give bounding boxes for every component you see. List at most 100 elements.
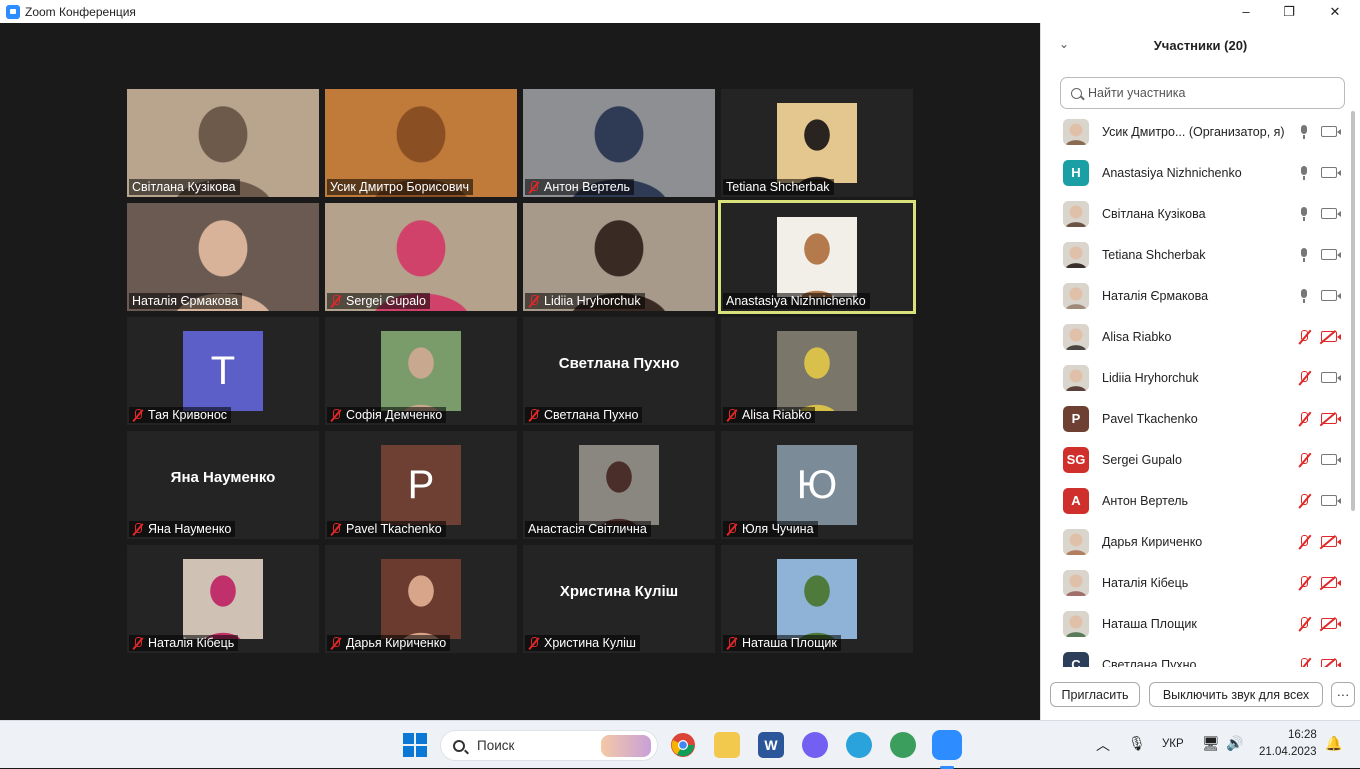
participant-row[interactable]: Наталія Єрмакова xyxy=(1041,275,1353,316)
video-tile[interactable]: Дарья Кириченко xyxy=(325,545,517,653)
participant-row[interactable]: Alisa Riabko xyxy=(1041,316,1353,357)
maximize-button[interactable]: ❐ xyxy=(1266,0,1312,23)
word-icon[interactable]: W xyxy=(758,732,784,758)
microphone-muted-icon[interactable] xyxy=(1299,575,1309,590)
tray-chevron-icon[interactable]: ︿ xyxy=(1096,735,1110,755)
camera-icon[interactable] xyxy=(1321,167,1341,178)
zoom-taskbar-icon[interactable] xyxy=(932,730,962,760)
microphone-icon[interactable]: 🎙 xyxy=(1128,735,1146,752)
participant-name: Lidiia Hryhorchuk xyxy=(544,294,641,308)
mic-muted-icon xyxy=(132,636,144,650)
participant-name: Яна Науменко xyxy=(148,522,232,536)
taskbar-search[interactable]: Поиск xyxy=(440,730,658,761)
participant-row[interactable]: A Антон Вертель xyxy=(1041,480,1353,521)
invite-button[interactable]: Пригласить xyxy=(1050,682,1140,707)
search-icon xyxy=(453,739,465,752)
video-tile[interactable]: Наталія Кібець xyxy=(127,545,319,653)
video-tile[interactable]: Христина Куліш Христина Куліш xyxy=(523,545,715,653)
notifications-icon[interactable]: 🔔 xyxy=(1325,735,1342,752)
microphone-muted-icon[interactable] xyxy=(1299,657,1309,667)
participant-row[interactable]: Дарья Кириченко xyxy=(1041,521,1353,562)
participant-row[interactable]: P Pavel Tkachenko xyxy=(1041,398,1353,439)
camera-off-icon[interactable] xyxy=(1321,331,1341,342)
camera-icon[interactable] xyxy=(1321,290,1341,301)
volume-icon[interactable]: 🔊 xyxy=(1226,735,1243,752)
microphone-icon[interactable] xyxy=(1299,288,1309,303)
minimize-button[interactable]: – xyxy=(1223,0,1269,23)
participant-search-input[interactable]: Найти участника xyxy=(1060,77,1345,109)
microphone-muted-icon[interactable] xyxy=(1299,452,1309,467)
participants-panel: ⌄ Участники (20) Найти участника Усик Дм… xyxy=(1040,23,1360,720)
participant-row[interactable]: Наталія Кібець xyxy=(1041,562,1353,603)
video-tile[interactable]: Anastasiya Nizhnichenko xyxy=(718,200,916,314)
video-tile[interactable]: Наталія Єрмакова xyxy=(127,203,319,311)
participant-row[interactable]: Наташа Площик xyxy=(1041,603,1353,644)
video-tile[interactable]: Alisa Riabko xyxy=(721,317,913,425)
video-tile[interactable]: Яна Науменко Яна Науменко xyxy=(127,431,319,539)
clock-time[interactable]: 16:28 xyxy=(1288,729,1317,741)
camera-icon[interactable] xyxy=(1321,126,1341,137)
video-tile[interactable]: Lidiia Hryhorchuk xyxy=(523,203,715,311)
video-tile[interactable]: Sergei Gupalo xyxy=(325,203,517,311)
participant-row[interactable]: C Светлана Пухно xyxy=(1041,644,1353,667)
network-icon[interactable]: 🖥 xyxy=(1202,735,1220,752)
microphone-icon[interactable] xyxy=(1299,165,1309,180)
windows-start-icon[interactable] xyxy=(402,732,428,758)
video-tile[interactable]: Усик Дмитро Борисович xyxy=(325,89,517,197)
video-tile[interactable]: Світлана Кузікова xyxy=(127,89,319,197)
search-icon xyxy=(1071,87,1082,99)
camera-icon[interactable] xyxy=(1321,208,1341,219)
more-options-button[interactable]: ··· xyxy=(1331,682,1355,707)
camera-off-icon[interactable] xyxy=(1321,536,1341,547)
video-tile[interactable]: Tetiana Shcherbak xyxy=(721,89,913,197)
scrollbar-thumb[interactable] xyxy=(1351,111,1355,511)
participant-name: Наталія Кібець xyxy=(148,636,235,650)
participant-row[interactable]: SG Sergei Gupalo xyxy=(1041,439,1353,480)
microphone-muted-icon[interactable] xyxy=(1299,493,1309,508)
participant-row[interactable]: Світлана Кузікова xyxy=(1041,193,1353,234)
camera-off-icon[interactable] xyxy=(1321,413,1341,424)
participant-avatar: C xyxy=(1063,651,1089,667)
camera-icon[interactable] xyxy=(1321,372,1341,383)
maps-icon[interactable] xyxy=(890,732,916,758)
microphone-icon[interactable] xyxy=(1299,124,1309,139)
microphone-muted-icon[interactable] xyxy=(1299,534,1309,549)
camera-icon[interactable] xyxy=(1321,454,1341,465)
camera-off-icon[interactable] xyxy=(1321,618,1341,629)
camera-icon[interactable] xyxy=(1321,249,1341,260)
mic-muted-icon xyxy=(132,408,144,422)
video-tile[interactable]: P Pavel Tkachenko xyxy=(325,431,517,539)
clock-date[interactable]: 21.04.2023 xyxy=(1259,746,1317,758)
viber-icon[interactable] xyxy=(802,732,828,758)
microphone-muted-icon[interactable] xyxy=(1299,411,1309,426)
telegram-icon[interactable] xyxy=(846,732,872,758)
close-button[interactable]: ✕ xyxy=(1312,0,1358,23)
participant-row[interactable]: H Anastasiya Nizhnichenko xyxy=(1041,152,1353,193)
microphone-icon[interactable] xyxy=(1299,247,1309,262)
camera-off-icon[interactable] xyxy=(1321,659,1341,667)
video-tile[interactable]: Ю Юля Чучина xyxy=(721,431,913,539)
participant-row[interactable]: Lidiia Hryhorchuk xyxy=(1041,357,1353,398)
mute-all-button[interactable]: Выключить звук для всех xyxy=(1149,682,1323,707)
participants-scrollbar[interactable] xyxy=(1350,111,1356,667)
camera-icon[interactable] xyxy=(1321,495,1341,506)
camera-off-icon[interactable] xyxy=(1321,577,1341,588)
video-tile[interactable]: Анастасія Світлична xyxy=(523,431,715,539)
microphone-icon[interactable] xyxy=(1299,206,1309,221)
video-tile[interactable]: Софія Демченко xyxy=(325,317,517,425)
video-tile[interactable]: Наташа Площик xyxy=(721,545,913,653)
participant-row[interactable]: Усик Дмитро... (Организатор, я) xyxy=(1041,111,1353,152)
chevron-down-icon[interactable]: ⌄ xyxy=(1059,37,1069,51)
video-tile[interactable]: Антон Вертель xyxy=(523,89,715,197)
participant-row[interactable]: Tetiana Shcherbak xyxy=(1041,234,1353,275)
video-tile[interactable]: T Тая Кривонос xyxy=(127,317,319,425)
participant-avatar xyxy=(1063,200,1089,227)
microphone-muted-icon[interactable] xyxy=(1299,616,1309,631)
participant-name: Anastasiya Nizhnichenko xyxy=(726,294,866,308)
language-indicator[interactable]: УКР xyxy=(1162,738,1184,750)
microphone-muted-icon[interactable] xyxy=(1299,370,1309,385)
microphone-muted-icon[interactable] xyxy=(1299,329,1309,344)
file-explorer-icon[interactable] xyxy=(714,732,740,758)
chrome-icon[interactable] xyxy=(670,732,696,758)
video-tile[interactable]: Светлана Пухно Светлана Пухно xyxy=(523,317,715,425)
